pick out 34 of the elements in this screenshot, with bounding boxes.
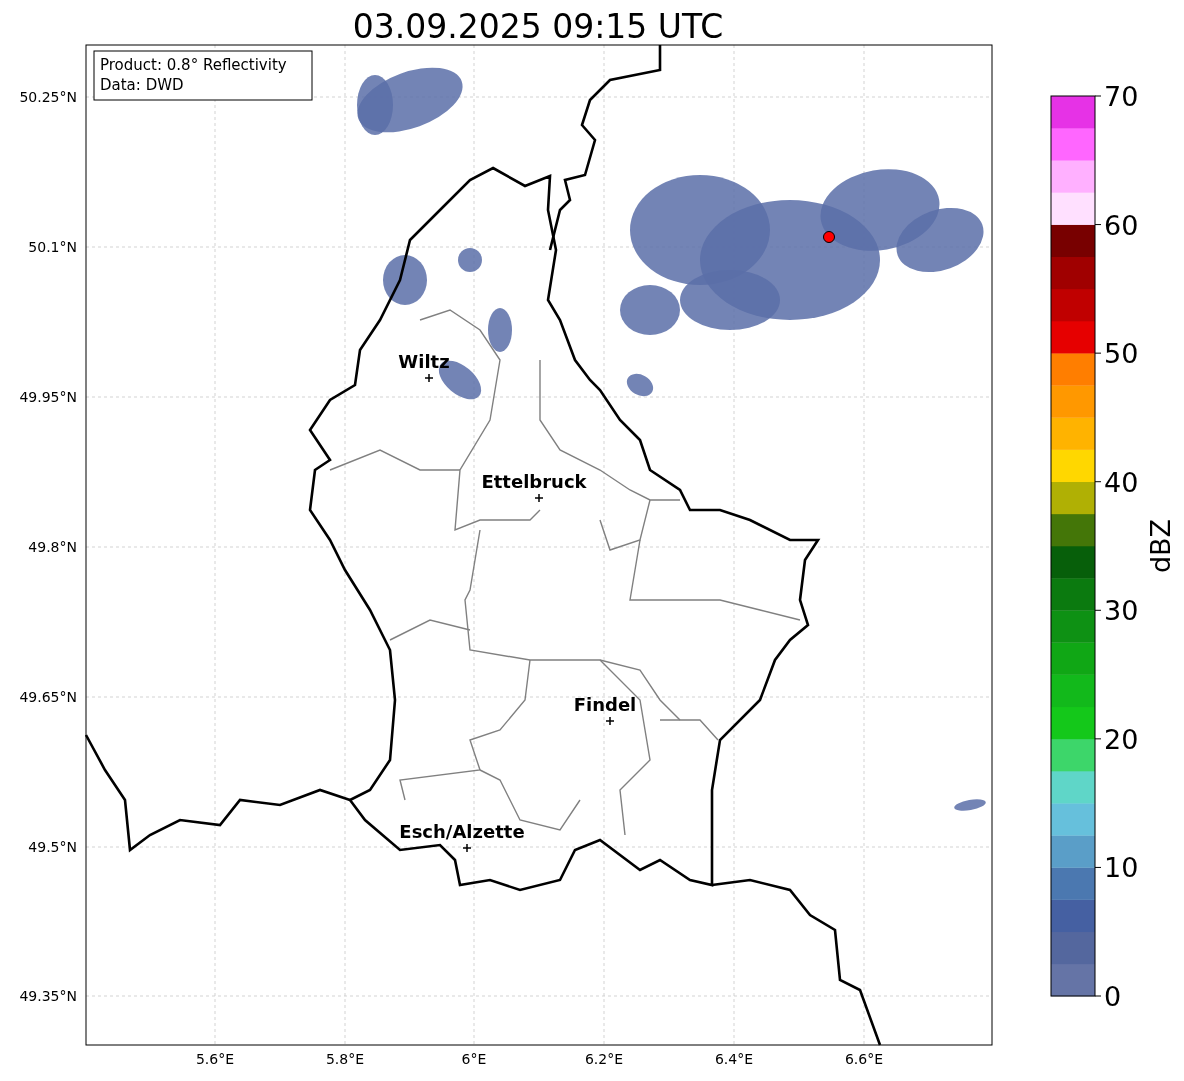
longitude-label: 5.6°E: [195, 1051, 235, 1067]
longitude-label: 6°E: [461, 1051, 487, 1067]
city-marker-icon: [462, 843, 472, 853]
colorbar-tick-label: 60: [1104, 209, 1139, 241]
info-text: Product: 0.8° Reflectivity: [100, 56, 287, 74]
longitude-label: 6.6°E: [844, 1051, 884, 1067]
latitude-label: 49.5°N: [28, 839, 77, 855]
colorbar-tick-label: 10: [1104, 852, 1139, 884]
latitude-label: 50.1°N: [28, 239, 77, 255]
city-marker-icon: [605, 716, 615, 726]
chart-title: 03.09.2025 09:15 UTC: [352, 7, 724, 46]
radar-site-marker: [823, 231, 835, 243]
latitude-label: 49.65°N: [19, 689, 77, 705]
colorbar-tick-label: 20: [1104, 723, 1139, 755]
colorbar-tick-label: 0: [1104, 981, 1122, 1012]
colorbar-tick-label: 70: [1104, 81, 1139, 112]
city-label: Wiltz: [398, 351, 450, 372]
city-label: Ettelbruck: [481, 471, 587, 492]
longitude-label: 6.2°E: [584, 1051, 624, 1067]
colorbar-label: dBZ: [1145, 518, 1176, 574]
city-marker-icon: [534, 493, 544, 503]
city-label: Esch/Alzette: [399, 821, 525, 842]
city-label: Findel: [573, 694, 637, 715]
colorbar-tick-label: 50: [1104, 338, 1139, 370]
latitude-label: 50.25°N: [19, 89, 77, 105]
info-text: Data: DWD: [100, 76, 184, 94]
latitude-label: 49.95°N: [19, 389, 77, 405]
city-marker-icon: [424, 373, 434, 383]
latitude-label: 49.35°N: [19, 988, 77, 1004]
longitude-label: 6.4°E: [714, 1051, 754, 1067]
longitude-label: 5.8°E: [325, 1051, 365, 1067]
colorbar-tick-label: 30: [1104, 595, 1139, 627]
latitude-label: 49.8°N: [28, 539, 77, 555]
colorbar-tick-label: 40: [1104, 466, 1139, 498]
